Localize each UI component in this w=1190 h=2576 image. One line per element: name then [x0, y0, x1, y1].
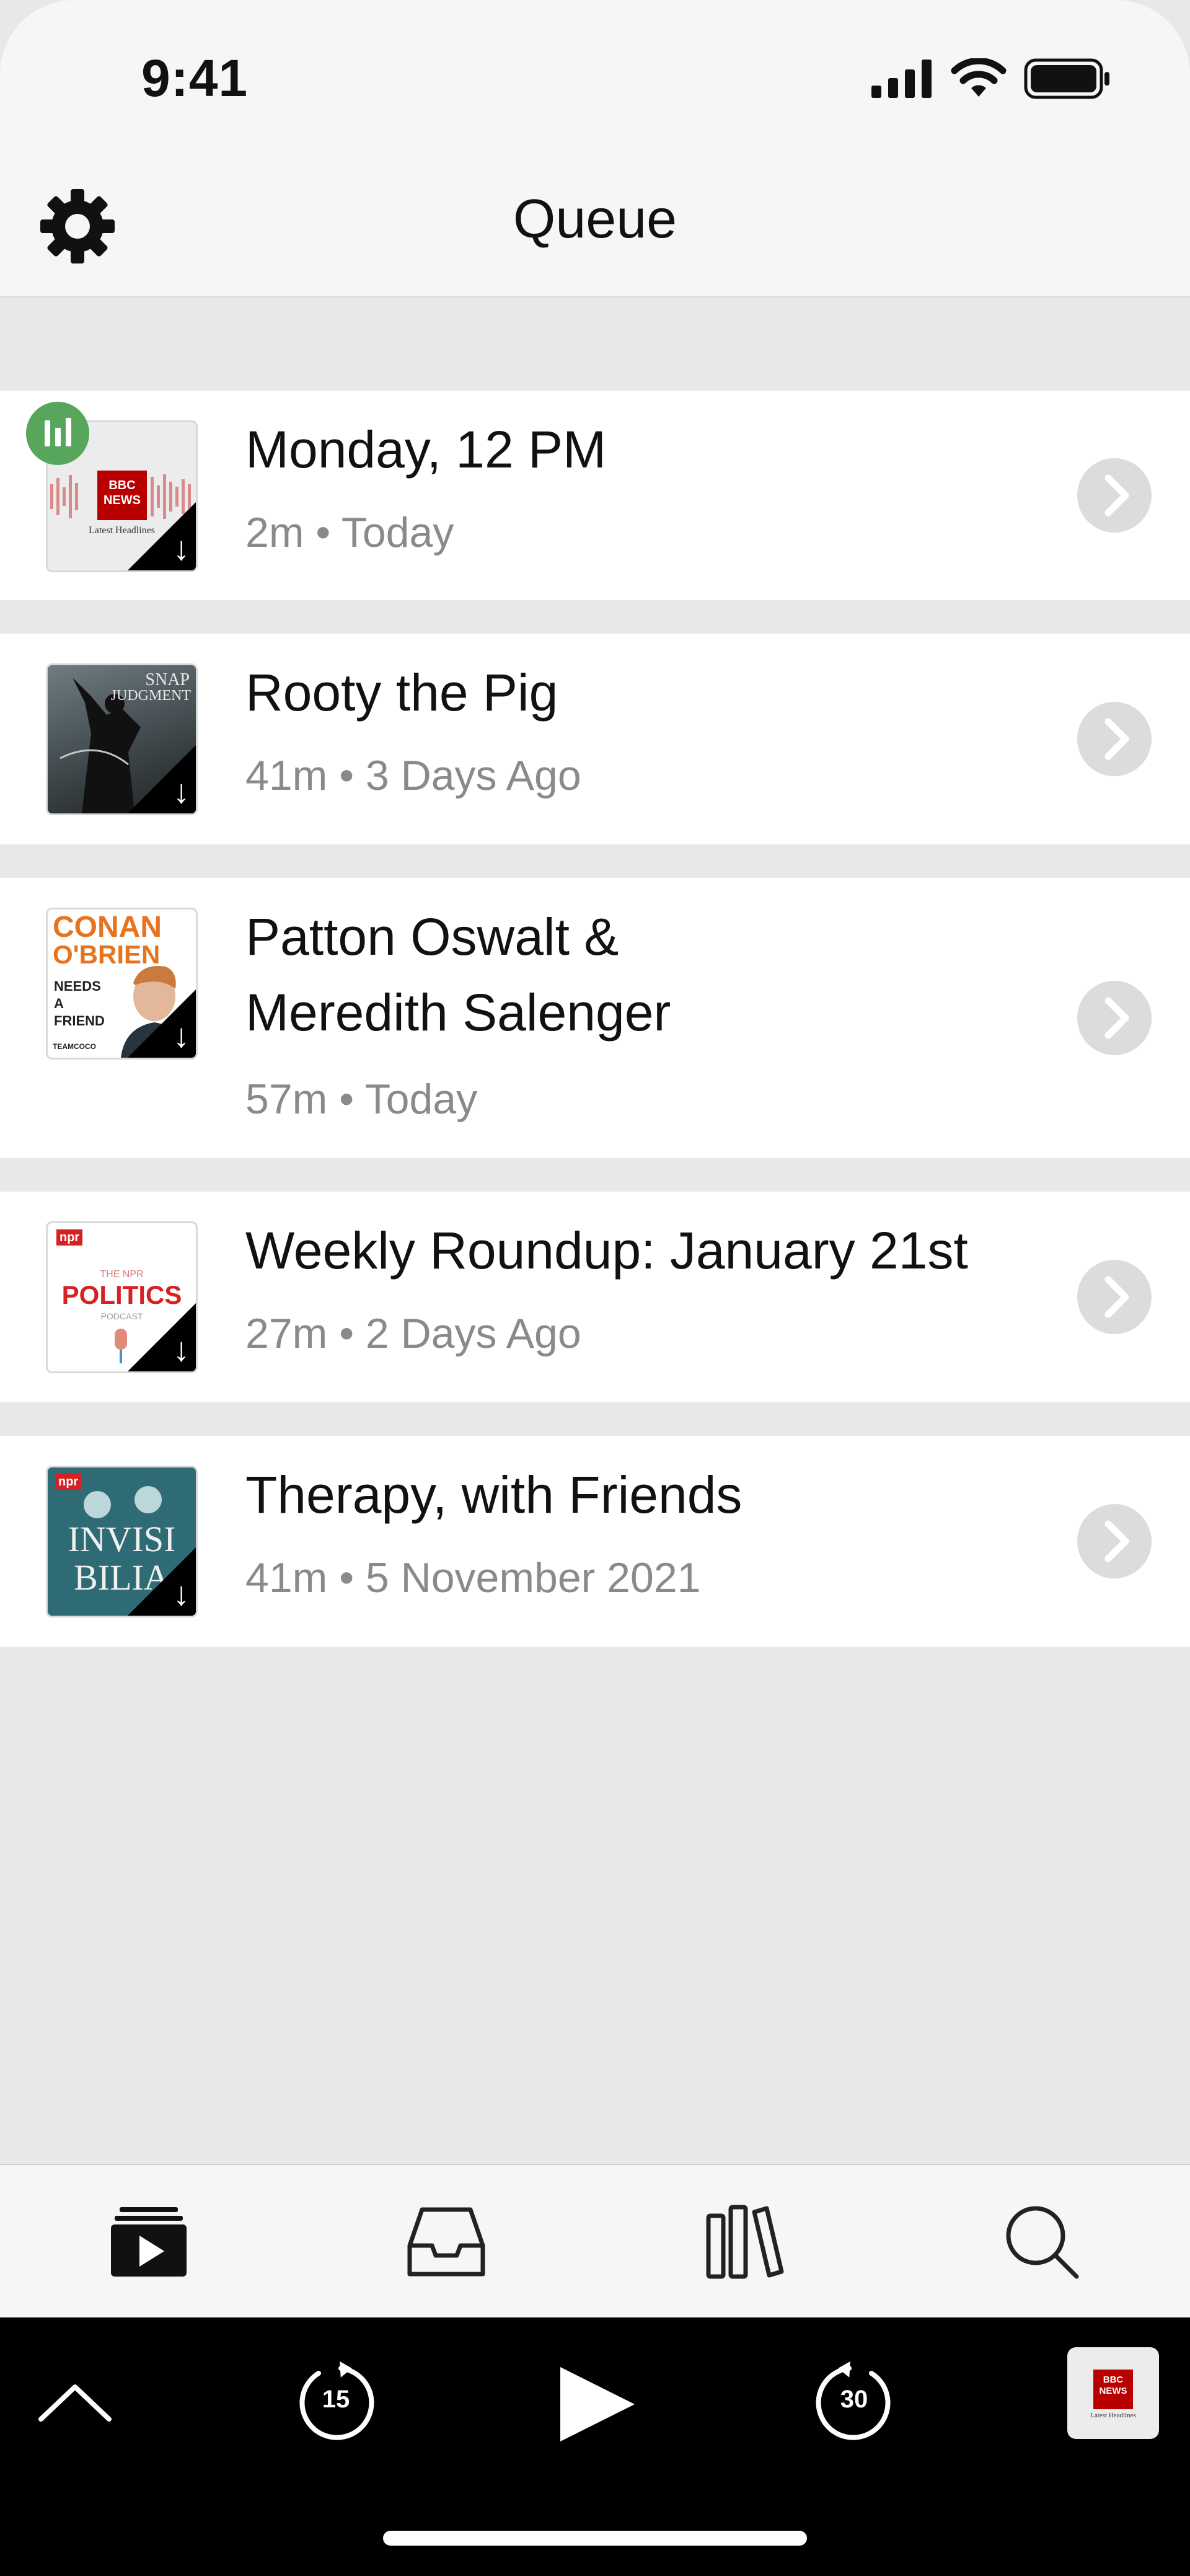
downloaded-arrow-icon: ↓	[173, 1575, 190, 1613]
episode-meta: 41m • 3 Days Ago	[245, 751, 581, 800]
signal-icon	[871, 60, 932, 98]
downloaded-arrow-icon: ↓	[173, 1331, 190, 1368]
episode-artwork: CONAN O'BRIEN NEEDS A FRIEND TEAMCOCO ↓	[46, 908, 198, 1060]
episode-title-line-2: Meredith Salenger	[245, 983, 671, 1042]
mini-art-text-top: BBC	[1103, 2375, 1124, 2385]
episode-details-button[interactable]	[1077, 1504, 1152, 1578]
chevron-right-icon	[1104, 997, 1129, 1039]
episode-duration: 27m	[245, 1310, 328, 1357]
meta-separator: •	[339, 1310, 354, 1357]
mini-art-text-mid: NEWS	[1099, 2386, 1127, 2396]
episode-details-button[interactable]	[1077, 981, 1152, 1055]
episode-meta: 41m • 5 November 2021	[245, 1554, 700, 1602]
meta-separator: •	[315, 509, 331, 556]
inbox-tray-icon[interactable]	[406, 2201, 487, 2282]
episode-meta: 27m • 2 Days Ago	[245, 1309, 581, 1358]
episode-row-1[interactable]: BBC NEWS Latest Headlines ↓ Monday, 12 P…	[0, 391, 1190, 600]
episode-title-line-1: Patton Oswalt &	[245, 908, 619, 966]
episode-date: Today	[364, 1076, 478, 1123]
episode-details-button[interactable]	[1077, 1260, 1152, 1334]
episode-duration: 57m	[245, 1076, 328, 1123]
episode-duration: 41m	[245, 752, 328, 799]
episode-date: Today	[341, 509, 454, 556]
play-stack-icon[interactable]	[108, 2201, 189, 2282]
downloaded-arrow-icon: ↓	[173, 1017, 190, 1055]
queue-screen: 9:41 Queue BBC NEWS Latest Headlines ↓ M…	[0, 0, 1190, 2576]
episode-date: 3 Days Ago	[365, 752, 581, 799]
episode-title: Monday, 12 PM	[245, 420, 607, 479]
status-time: 9:41	[141, 49, 249, 107]
art-text-top: BBC	[108, 479, 136, 492]
search-icon[interactable]	[1001, 2201, 1082, 2282]
tab-bar	[0, 2164, 1190, 2319]
library-books-icon[interactable]	[703, 2201, 784, 2282]
header: Queue	[0, 149, 1190, 298]
chevron-right-icon	[1104, 718, 1129, 760]
episode-duration: 41m	[245, 1554, 328, 1601]
chevron-right-icon	[1104, 1276, 1129, 1318]
skip-back-button[interactable]: 15	[294, 2360, 378, 2444]
downloaded-arrow-icon: ↓	[173, 530, 190, 567]
episode-artwork: npr INVISI BILIA ↓	[46, 1466, 198, 1618]
battery-icon	[1024, 58, 1109, 99]
episode-row-3[interactable]: CONAN O'BRIEN NEEDS A FRIEND TEAMCOCO ↓ …	[0, 878, 1190, 1158]
wifi-icon	[951, 58, 1007, 97]
episode-date: 2 Days Ago	[365, 1310, 581, 1357]
episode-details-button[interactable]	[1077, 702, 1152, 776]
top-bar: 9:41 Queue	[0, 0, 1190, 298]
episode-row-5[interactable]: npr INVISI BILIA ↓ Therapy, with Friends…	[0, 1436, 1190, 1647]
episode-title: Weekly Roundup: January 21st	[245, 1221, 968, 1280]
skip-back-label: 15	[322, 2386, 350, 2413]
chevron-right-icon	[1104, 474, 1129, 516]
home-indicator	[383, 2531, 807, 2546]
meta-separator: •	[339, 752, 354, 799]
episode-title: Therapy, with Friends	[245, 1466, 743, 1524]
art-text-mid: JUDGMENT	[110, 688, 191, 704]
meta-separator: •	[339, 1554, 354, 1601]
episode-meta: 2m • Today	[245, 508, 454, 557]
episode-details-button[interactable]	[1077, 458, 1152, 533]
episode-duration: 2m	[245, 509, 304, 556]
status-icons	[871, 57, 1111, 100]
downloaded-arrow-icon: ↓	[173, 773, 190, 810]
episode-artwork: SNAP JUDGMENT ↓	[46, 663, 198, 815]
now-playing-artwork[interactable]: BBC NEWS Latest Headlines	[1067, 2347, 1159, 2439]
episode-row-4[interactable]: npr THE NPR POLITICS PODCAST ↓ Weekly Ro…	[0, 1192, 1190, 1402]
meta-separator: •	[339, 1076, 354, 1123]
mini-art-text-bottom: Latest Headlines	[1090, 2412, 1136, 2419]
play-button[interactable]	[555, 2362, 640, 2446]
skip-forward-label: 30	[840, 2386, 868, 2413]
episode-artwork: npr THE NPR POLITICS PODCAST ↓	[46, 1221, 198, 1373]
skip-forward-button[interactable]: 30	[812, 2360, 896, 2444]
chevron-up-icon[interactable]	[35, 2378, 115, 2428]
now-playing-badge	[26, 402, 89, 465]
episode-meta: 57m • Today	[245, 1075, 477, 1123]
equalizer-icon	[45, 418, 71, 446]
episode-title: Rooty the Pig	[245, 663, 558, 722]
episode-row-2[interactable]: SNAP JUDGMENT ↓ Rooty the Pig 41m • 3 Da…	[0, 634, 1190, 844]
chevron-right-icon	[1104, 1520, 1129, 1562]
page-title: Queue	[513, 188, 677, 249]
episode-date: 5 November 2021	[365, 1554, 701, 1601]
